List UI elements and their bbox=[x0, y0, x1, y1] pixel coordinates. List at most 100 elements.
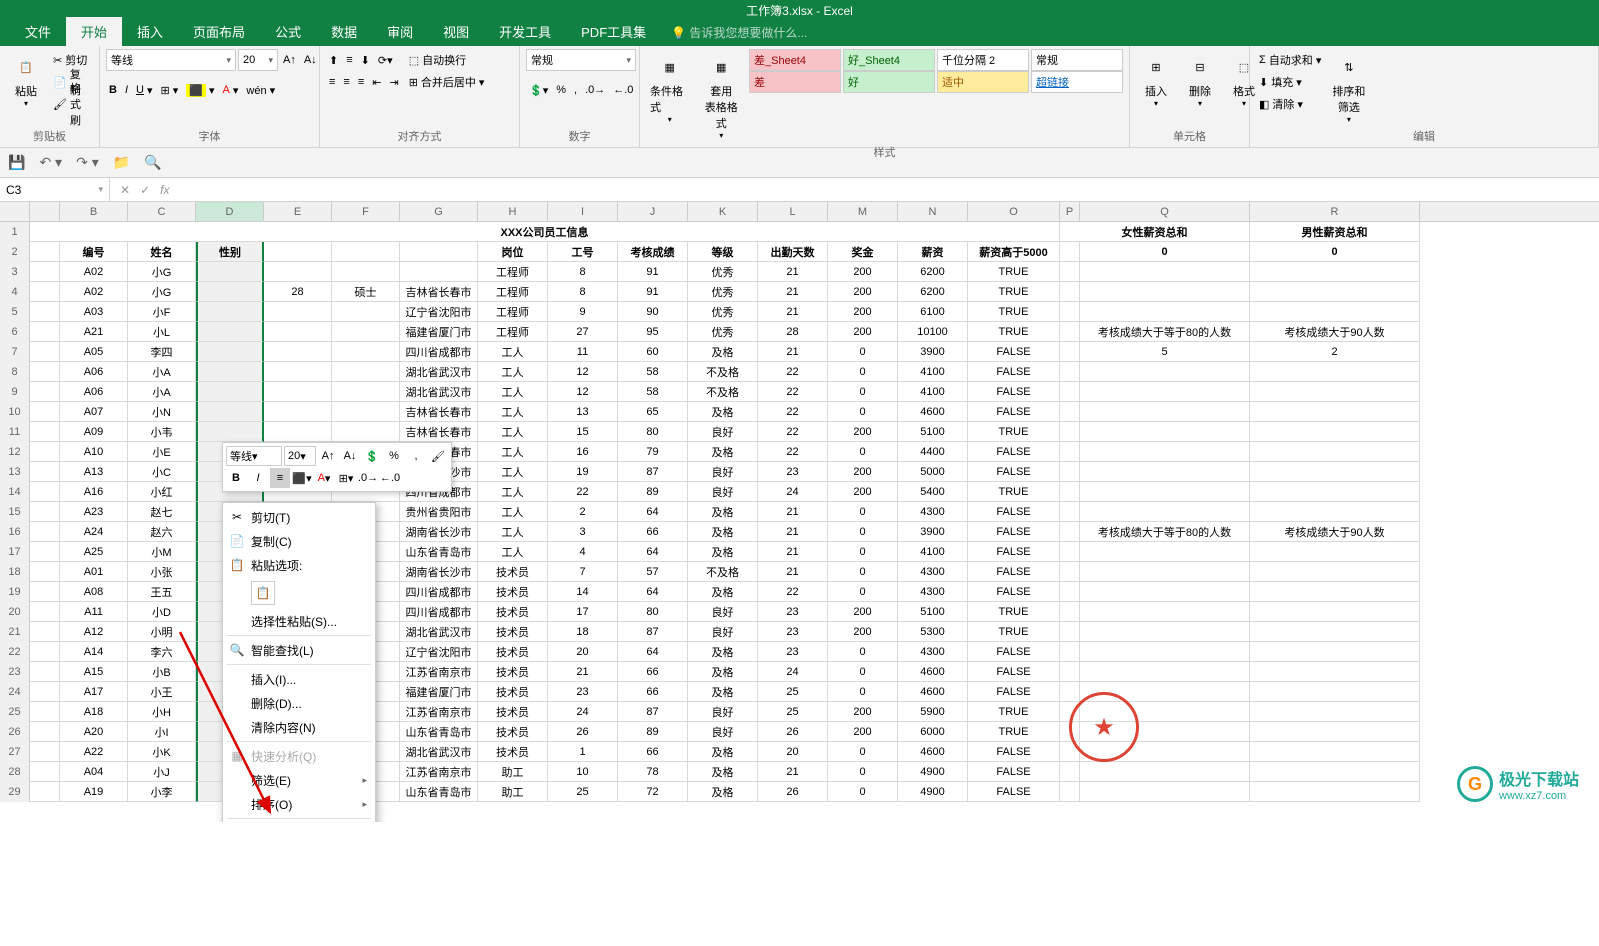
cell-r23-c8[interactable]: 21 bbox=[548, 662, 618, 682]
cell-r19-c14[interactable]: FALSE bbox=[968, 582, 1060, 602]
cell-r15-c13[interactable]: 4300 bbox=[898, 502, 968, 522]
cell-r11-c13[interactable]: 5100 bbox=[898, 422, 968, 442]
header-cell-2[interactable]: 性别 bbox=[196, 242, 264, 262]
cell-r24-c17[interactable] bbox=[1250, 682, 1420, 702]
cell-r7-c11[interactable]: 21 bbox=[758, 342, 828, 362]
cell-r23-c9[interactable]: 66 bbox=[618, 662, 688, 682]
cell-r19-c9[interactable]: 64 bbox=[618, 582, 688, 602]
cell-a8[interactable] bbox=[30, 362, 60, 382]
cell-r28-c2[interactable]: 小J bbox=[128, 762, 196, 782]
cell-r17-c14[interactable]: FALSE bbox=[968, 542, 1060, 562]
cell-r4-c14[interactable]: TRUE bbox=[968, 282, 1060, 302]
cell-r20-c1[interactable]: A11 bbox=[60, 602, 128, 622]
col-header-G[interactable]: G bbox=[400, 202, 478, 221]
cell-r26-c11[interactable]: 26 bbox=[758, 722, 828, 742]
cell-r26-c12[interactable]: 200 bbox=[828, 722, 898, 742]
cell-r21-c10[interactable]: 良好 bbox=[688, 622, 758, 642]
cell-r14-c1[interactable]: A16 bbox=[60, 482, 128, 502]
cell-r25-c12[interactable]: 200 bbox=[828, 702, 898, 722]
cell-r20-c14[interactable]: TRUE bbox=[968, 602, 1060, 622]
cell-a12[interactable] bbox=[30, 442, 60, 462]
cell-r28-c10[interactable]: 及格 bbox=[688, 762, 758, 782]
cell-r16-c12[interactable]: 0 bbox=[828, 522, 898, 542]
cell-r10-c11[interactable]: 22 bbox=[758, 402, 828, 422]
cell-r24-c1[interactable]: A17 bbox=[60, 682, 128, 702]
cell-r7-c2[interactable]: 李四 bbox=[128, 342, 196, 362]
cell-a22[interactable] bbox=[30, 642, 60, 662]
align-middle-button[interactable]: ≡ bbox=[343, 49, 355, 71]
cell-r28-c7[interactable]: 助工 bbox=[478, 762, 548, 782]
cell-r9-c4[interactable] bbox=[264, 382, 332, 402]
cell-styles-gallery[interactable]: 差_Sheet4好_Sheet4千位分隔 2常规差好适中超链接 bbox=[749, 49, 1123, 93]
cell-r8-c8[interactable]: 12 bbox=[548, 362, 618, 382]
cell-r17-c7[interactable]: 工人 bbox=[478, 542, 548, 562]
cell-r25-c2[interactable]: 小H bbox=[128, 702, 196, 722]
tab-视图[interactable]: 视图 bbox=[428, 17, 484, 46]
cell-r22-c6[interactable]: 辽宁省沈阳市 bbox=[400, 642, 478, 662]
cell-r4-c8[interactable]: 8 bbox=[548, 282, 618, 302]
cell-r16-c14[interactable]: FALSE bbox=[968, 522, 1060, 542]
cell-r26-c14[interactable]: TRUE bbox=[968, 722, 1060, 742]
cell-r22-c10[interactable]: 及格 bbox=[688, 642, 758, 662]
cell-r5-c8[interactable]: 9 bbox=[548, 302, 618, 322]
menu-delete[interactable]: 删除(D)... bbox=[223, 691, 375, 715]
row-header-11[interactable]: 11 bbox=[0, 422, 30, 442]
cell-r27-c7[interactable]: 技术员 bbox=[478, 742, 548, 762]
cell-r17-c12[interactable]: 0 bbox=[828, 542, 898, 562]
row-header-17[interactable]: 17 bbox=[0, 542, 30, 562]
cell-r26-c17[interactable] bbox=[1250, 722, 1420, 742]
cell-r11-c9[interactable]: 80 bbox=[618, 422, 688, 442]
header-cell-7[interactable]: 工号 bbox=[548, 242, 618, 262]
row-header-13[interactable]: 13 bbox=[0, 462, 30, 482]
cell-r21-c17[interactable] bbox=[1250, 622, 1420, 642]
cell-r8-c13[interactable]: 4100 bbox=[898, 362, 968, 382]
cell-r29-c14[interactable]: FALSE bbox=[968, 782, 1060, 802]
cell-r7-c17[interactable]: 2 bbox=[1250, 342, 1420, 362]
cell-r7-c14[interactable]: FALSE bbox=[968, 342, 1060, 362]
cell-r4-c10[interactable]: 优秀 bbox=[688, 282, 758, 302]
cell-r15-c11[interactable]: 21 bbox=[758, 502, 828, 522]
cell-r18-c12[interactable]: 0 bbox=[828, 562, 898, 582]
col-header-E[interactable]: E bbox=[264, 202, 332, 221]
spreadsheet-grid[interactable]: BCDEFGHIJKLMNOPQR 1XXX公司员工信息女性薪资总和男性薪资总和… bbox=[0, 202, 1599, 822]
cell-r13-c15[interactable] bbox=[1060, 462, 1080, 482]
mini-fontcolor-button[interactable]: A▾ bbox=[314, 468, 334, 488]
cell-r11-c11[interactable]: 22 bbox=[758, 422, 828, 442]
tab-数据[interactable]: 数据 bbox=[316, 17, 372, 46]
cell-r23-c17[interactable] bbox=[1250, 662, 1420, 682]
cell-r29-c1[interactable]: A19 bbox=[60, 782, 128, 802]
cell-r13-c2[interactable]: 小C bbox=[128, 462, 196, 482]
cell-r22-c1[interactable]: A14 bbox=[60, 642, 128, 662]
cell-r6-c10[interactable]: 优秀 bbox=[688, 322, 758, 342]
fill-color-button[interactable]: ⬛▾ bbox=[183, 79, 217, 101]
mini-dec-decimal-button[interactable]: ←.0 bbox=[380, 468, 400, 488]
cell-r28-c8[interactable]: 10 bbox=[548, 762, 618, 782]
cell-a7[interactable] bbox=[30, 342, 60, 362]
orientation-button[interactable]: ⟳▾ bbox=[375, 49, 396, 71]
cell-r19-c11[interactable]: 22 bbox=[758, 582, 828, 602]
menu-insert[interactable]: 插入(I)... bbox=[223, 667, 375, 691]
cell-r16-c1[interactable]: A24 bbox=[60, 522, 128, 542]
underline-button[interactable]: U ▾ bbox=[133, 79, 155, 101]
undo-button[interactable]: ↶ ▾ bbox=[39, 154, 62, 171]
cell-r8-c12[interactable]: 0 bbox=[828, 362, 898, 382]
header-cell-10[interactable]: 出勤天数 bbox=[758, 242, 828, 262]
cell-a24[interactable] bbox=[30, 682, 60, 702]
menu-clear[interactable]: 清除内容(N) bbox=[223, 715, 375, 739]
cell-a19[interactable] bbox=[30, 582, 60, 602]
cell-r12-c8[interactable]: 16 bbox=[548, 442, 618, 462]
cell-r16-c17[interactable]: 考核成绩大于90人数 bbox=[1250, 522, 1420, 542]
menu-insert-comment[interactable]: 💬插入批注(M) bbox=[223, 821, 375, 822]
cell-a14[interactable] bbox=[30, 482, 60, 502]
cell-r27-c8[interactable]: 1 bbox=[548, 742, 618, 762]
cell-r7-c3[interactable] bbox=[196, 342, 264, 362]
cell-r17-c17[interactable] bbox=[1250, 542, 1420, 562]
cell-r14-c11[interactable]: 24 bbox=[758, 482, 828, 502]
row-header-19[interactable]: 19 bbox=[0, 582, 30, 602]
cell-a4[interactable] bbox=[30, 282, 60, 302]
cell-a18[interactable] bbox=[30, 562, 60, 582]
cell-r11-c5[interactable] bbox=[332, 422, 400, 442]
cell-r20-c12[interactable]: 200 bbox=[828, 602, 898, 622]
col-header-A[interactable] bbox=[30, 202, 60, 221]
col-header-O[interactable]: O bbox=[968, 202, 1060, 221]
